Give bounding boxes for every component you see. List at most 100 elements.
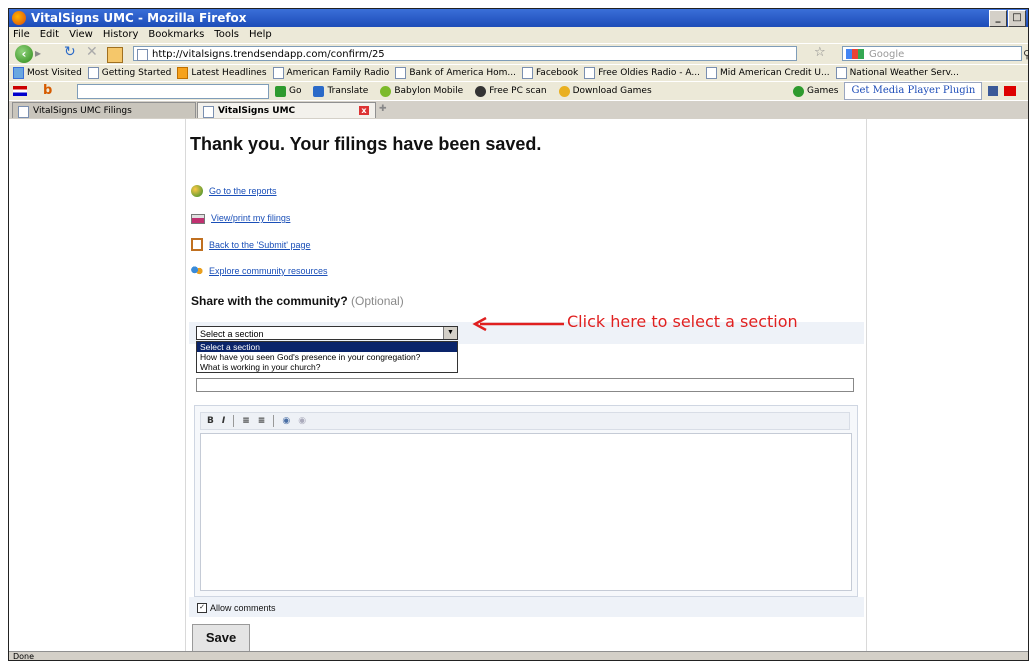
- bookmark-item[interactable]: Mid American Credit U...: [705, 65, 830, 81]
- window-controls: _ □: [989, 10, 1026, 27]
- toolbar-separator: [233, 415, 235, 427]
- pc-scan-button[interactable]: Free PC scan: [475, 82, 547, 100]
- back-to-submit-link[interactable]: Back to the 'Submit' page: [209, 240, 311, 250]
- bookmark-item[interactable]: Latest Headlines: [177, 65, 267, 81]
- page-content: Thank you. Your filings have been saved.…: [9, 119, 1028, 651]
- pc-scan-label: Free PC scan: [489, 86, 547, 96]
- translate-label: Translate: [327, 86, 369, 96]
- optional-label: (Optional): [351, 294, 404, 308]
- translate-button[interactable]: Translate: [313, 82, 368, 100]
- dropdown-option[interactable]: How have you seen God's presence in your…: [197, 352, 457, 362]
- translate-icon: [313, 85, 325, 97]
- babylon-mobile-button[interactable]: Babylon Mobile: [380, 82, 463, 100]
- bookmark-label: National Weather Serv...: [849, 68, 959, 78]
- tab-filings[interactable]: VitalSigns UMC Filings: [12, 102, 196, 118]
- stop-icon[interactable]: ✕: [86, 44, 98, 61]
- youtube-icon[interactable]: [1004, 86, 1017, 96]
- menu-help[interactable]: Help: [249, 27, 272, 43]
- page-icon: [395, 67, 407, 79]
- games-icon: [793, 85, 804, 97]
- reload-icon[interactable]: ↻: [64, 44, 76, 61]
- tab-bar: VitalSigns UMC Filings VitalSigns UMC x ✚: [9, 100, 1028, 119]
- facebook-icon[interactable]: [988, 86, 999, 96]
- link-submit: Back to the 'Submit' page: [191, 238, 311, 251]
- link-icon[interactable]: ◉: [282, 416, 290, 426]
- dropdown-option[interactable]: Select a section: [197, 342, 457, 352]
- bookmark-star-icon[interactable]: ☆: [814, 45, 826, 60]
- bookmark-label: Mid American Credit U...: [719, 68, 830, 78]
- editor-text-area[interactable]: [200, 433, 852, 591]
- ordered-list-icon[interactable]: ≡: [242, 416, 250, 426]
- left-margin: [9, 119, 186, 651]
- search-bar[interactable]: Google ⚲: [842, 46, 1028, 61]
- bookmark-item[interactable]: Bank of America Hom...: [395, 65, 516, 81]
- browser-window: VitalSigns UMC - Mozilla Firefox _ □ Fil…: [8, 8, 1029, 661]
- allow-comments: ✓ Allow comments: [197, 603, 276, 613]
- navigation-toolbar: ‹ ▸ ↻ ✕ http://vitalsigns.trendsendapp.c…: [9, 43, 1028, 64]
- share-heading: Share with the community? (Optional): [191, 294, 404, 308]
- italic-button[interactable]: I: [222, 416, 225, 426]
- flag-icon[interactable]: [13, 86, 27, 96]
- back-button[interactable]: ‹: [15, 45, 33, 63]
- explore-resources-link[interactable]: Explore community resources: [209, 266, 328, 276]
- bookmark-item[interactable]: National Weather Serv...: [835, 65, 959, 81]
- menu-bookmarks[interactable]: Bookmarks: [148, 27, 204, 43]
- bookmark-item[interactable]: American Family Radio: [272, 65, 390, 81]
- search-placeholder: Google: [869, 49, 905, 60]
- menu-edit[interactable]: Edit: [40, 27, 59, 43]
- section-select[interactable]: Select a section ▼: [196, 326, 458, 340]
- download-games-button[interactable]: Download Games: [558, 82, 652, 100]
- close-tab-icon[interactable]: x: [359, 106, 369, 115]
- rich-text-editor: B I ≡ ≡ ◉ ◉: [194, 405, 858, 597]
- go-to-reports-link[interactable]: Go to the reports: [209, 186, 277, 196]
- section-dropdown-list: Select a section How have you seen God's…: [196, 341, 458, 373]
- page-icon: [203, 106, 214, 118]
- save-button[interactable]: Save: [192, 624, 250, 651]
- dropdown-option[interactable]: What is working in your church?: [197, 362, 457, 372]
- bookmark-item[interactable]: Most Visited: [13, 65, 82, 81]
- maximize-button[interactable]: □: [1008, 10, 1026, 27]
- menu-history[interactable]: History: [103, 27, 139, 43]
- babylon-logo-icon[interactable]: b: [43, 82, 52, 100]
- scan-icon: [475, 85, 487, 97]
- babylon-icon: [380, 85, 392, 97]
- minimize-button[interactable]: _: [989, 10, 1007, 27]
- url-bar[interactable]: http://vitalsigns.trendsendapp.com/confi…: [133, 46, 797, 61]
- right-margin: [866, 119, 1028, 651]
- unlink-icon[interactable]: ◉: [298, 416, 306, 426]
- title-input[interactable]: [196, 378, 854, 392]
- menu-view[interactable]: View: [69, 27, 93, 43]
- menu-bar: File Edit View History Bookmarks Tools H…: [9, 27, 1028, 43]
- bookmark-item[interactable]: Free Oldies Radio - A...: [584, 65, 700, 81]
- go-button[interactable]: Go: [275, 82, 301, 100]
- games-button[interactable]: Games: [793, 82, 838, 100]
- chevron-down-icon[interactable]: ▼: [443, 327, 457, 339]
- printer-icon: [191, 214, 205, 224]
- allow-comments-checkbox[interactable]: ✓: [197, 603, 207, 613]
- unordered-list-icon[interactable]: ≡: [258, 416, 266, 426]
- bookmark-label: American Family Radio: [286, 68, 390, 78]
- bookmark-label: Free Oldies Radio - A...: [598, 68, 700, 78]
- tab-vitalsigns[interactable]: VitalSigns UMC x: [197, 102, 376, 118]
- new-tab-icon[interactable]: ✚: [379, 104, 387, 114]
- bookmark-item[interactable]: Facebook: [521, 65, 578, 81]
- toolbar-items: Go Translate Babylon Mobile Free PC scan…: [275, 82, 652, 100]
- bookmark-item[interactable]: Getting Started: [87, 65, 171, 81]
- link-print: View/print my filings: [191, 212, 290, 224]
- home-icon[interactable]: [107, 47, 123, 63]
- page-icon: [584, 67, 596, 79]
- menu-tools[interactable]: Tools: [214, 27, 239, 43]
- tab-label: VitalSigns UMC Filings: [33, 106, 132, 116]
- bookmark-label: Bank of America Hom...: [409, 68, 516, 78]
- menu-file[interactable]: File: [13, 27, 30, 43]
- editor-toolbar: B I ≡ ≡ ◉ ◉: [200, 412, 850, 430]
- media-player-plugin-button[interactable]: Get Media Player Plugin: [844, 82, 983, 100]
- forward-button[interactable]: ▸: [35, 46, 49, 63]
- toolbar-search-input[interactable]: [77, 84, 269, 99]
- page-title: Thank you. Your filings have been saved.: [190, 134, 542, 154]
- bold-button[interactable]: B: [207, 416, 214, 426]
- view-print-filings-link[interactable]: View/print my filings: [211, 213, 290, 223]
- title-bar: VitalSigns UMC - Mozilla Firefox _ □: [9, 9, 1028, 27]
- search-icon[interactable]: ⚲: [1023, 47, 1028, 62]
- addon-toolbar: b Go Translate Babylon Mobile Free PC sc…: [9, 81, 1028, 100]
